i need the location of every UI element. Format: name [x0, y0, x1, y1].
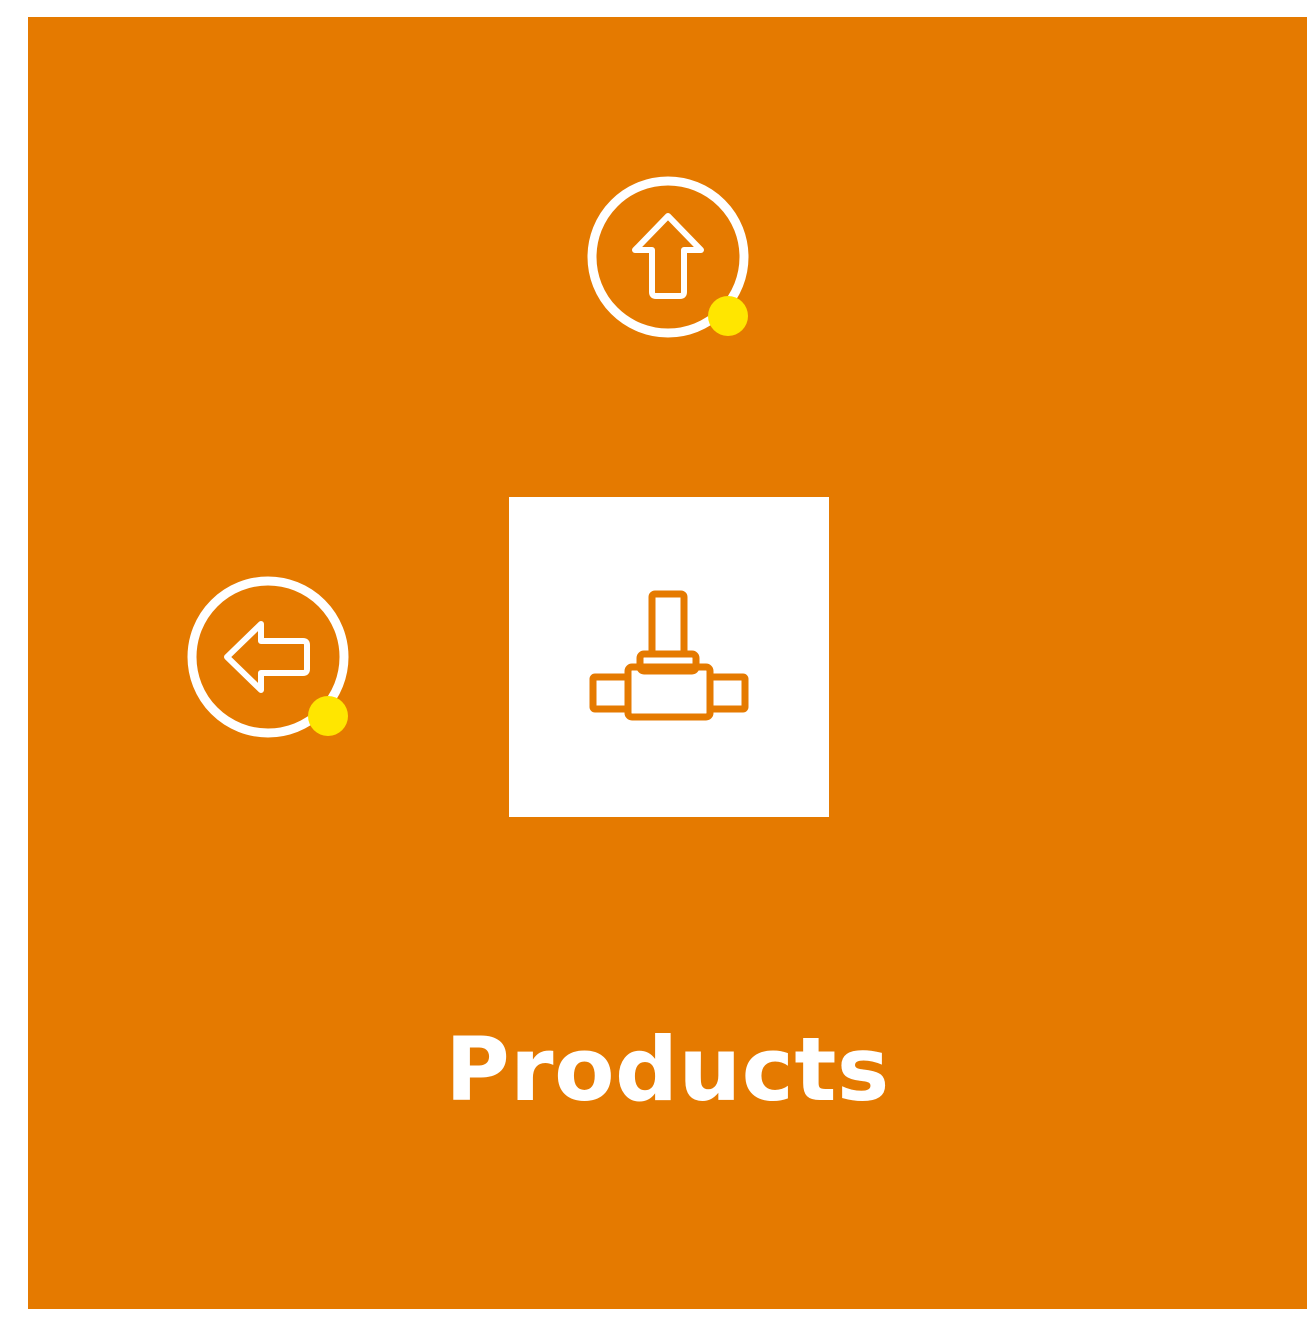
nav-up-button[interactable]: [583, 172, 753, 342]
indicator-dot: [308, 696, 348, 736]
arrow-up-icon: [587, 176, 749, 338]
nav-left-button[interactable]: [183, 572, 353, 742]
indicator-dot: [708, 296, 748, 336]
pipe-tee-fitting-icon: [589, 590, 749, 721]
arrow-left-icon: [187, 576, 349, 738]
tile-title: Products: [445, 1018, 890, 1121]
product-icon-box: [509, 497, 829, 817]
